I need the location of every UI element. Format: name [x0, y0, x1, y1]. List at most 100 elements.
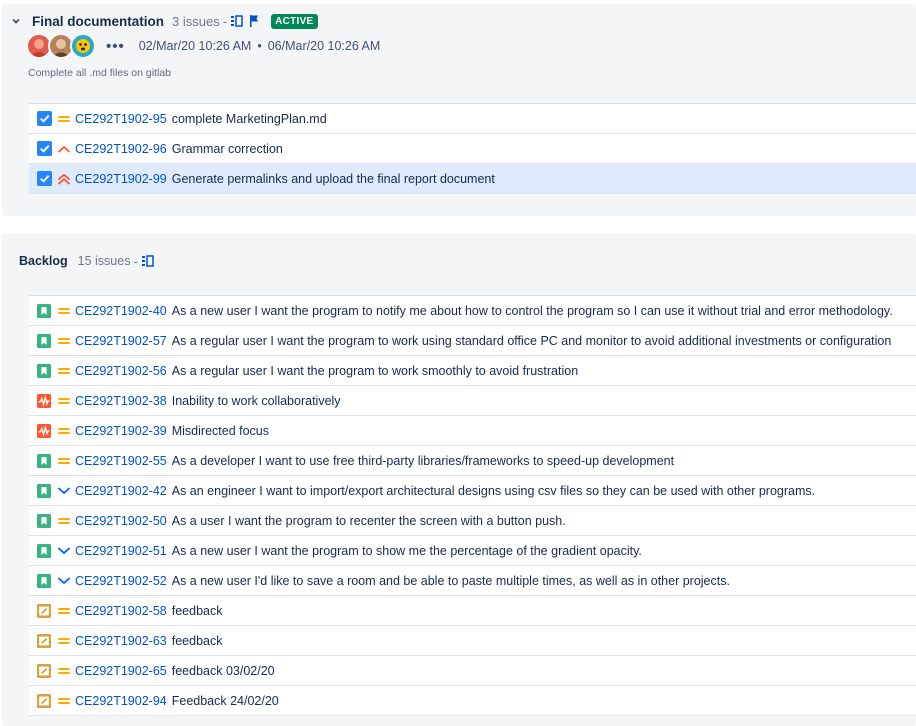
issue-summary: feedback	[171, 603, 223, 618]
backlog-header: Backlog 15 issues -	[19, 250, 160, 272]
issue-summary: Misdirected focus	[171, 423, 269, 438]
issue-key-link[interactable]: CE292T1902-40	[75, 304, 167, 318]
issue-row[interactable]: CE292T1902-50 As a user I want the progra…	[29, 506, 916, 536]
sprint-dates: 02/Mar/20 10:26 AM • 06/Mar/20 10:26 AM	[139, 39, 381, 53]
priority-medium-icon	[57, 694, 71, 708]
issue-row[interactable]: CE292T1902-40 As a new user I want the pr…	[29, 296, 916, 326]
issue-summary: Generate permalinks and upload the final…	[171, 171, 495, 186]
priority-high-icon	[57, 142, 71, 156]
story-type-icon	[36, 543, 52, 559]
task-type-icon	[36, 171, 52, 187]
risk-type-icon	[36, 393, 52, 409]
issue-key-link[interactable]: CE292T1902-94	[75, 694, 167, 708]
issue-summary: Inability to work collaboratively	[171, 393, 341, 408]
issue-key-link[interactable]: CE292T1902-58	[75, 604, 167, 618]
backlog-title: Backlog	[19, 254, 68, 268]
board-filter-icon[interactable]	[231, 15, 243, 27]
issue-summary: Feedback 24/02/20	[171, 693, 279, 708]
issue-summary: As a new user I want the program to show…	[171, 543, 642, 558]
issue-key-link[interactable]: CE292T1902-50	[75, 514, 167, 528]
feedback-type-icon	[36, 663, 52, 679]
date-separator: •	[257, 39, 262, 53]
sprint-issue-count: 3 issues	[172, 13, 220, 29]
issue-row[interactable]: CE292T1902-52 As a new user I'd like to s…	[29, 566, 916, 596]
story-type-icon	[36, 513, 52, 529]
risk-type-icon	[36, 423, 52, 439]
issue-key-link[interactable]: CE292T1902-57	[75, 334, 167, 348]
issue-row[interactable]: CE292T1902-96 Grammar correction	[29, 134, 916, 164]
sprint-title[interactable]: Final documentation	[32, 14, 164, 29]
issue-key-link[interactable]: CE292T1902-55	[75, 454, 167, 468]
priority-medium-icon	[57, 424, 71, 438]
priority-medium-icon	[57, 334, 71, 348]
priority-medium-icon	[57, 394, 71, 408]
backlog-dash: -	[133, 253, 138, 269]
issue-key-link[interactable]: CE292T1902-99	[75, 172, 167, 186]
issue-summary: As a regular user I want the program to …	[171, 363, 579, 378]
sprint-end-date: 06/Mar/20 10:26 AM	[267, 39, 381, 53]
board-filter-icon[interactable]	[141, 255, 154, 267]
issue-key-link[interactable]: CE292T1902-39	[75, 424, 167, 438]
issue-row[interactable]: CE292T1902-39 Misdirected focus	[29, 416, 916, 446]
priority-medium-icon	[57, 112, 71, 126]
issue-key-link[interactable]: CE292T1902-63	[75, 634, 167, 648]
priority-highest-icon	[57, 172, 71, 186]
issue-key-link[interactable]: CE292T1902-96	[75, 142, 167, 156]
sprint-start-date: 02/Mar/20 10:26 AM	[138, 39, 252, 53]
issue-row[interactable]: CE292T1902-65 feedback 03/02/20	[29, 656, 916, 686]
story-type-icon	[36, 483, 52, 499]
issue-row[interactable]: CE292T1902-38 Inability to work collabora…	[29, 386, 916, 416]
issue-row[interactable]: CE292T1902-42 As an engineer I want to im…	[29, 476, 916, 506]
issue-summary: As a new user I want the program to noti…	[171, 303, 893, 318]
issue-key-link[interactable]: CE292T1902-51	[75, 544, 167, 558]
sprint-dash: -	[222, 13, 228, 29]
issue-summary: As a user I want the program to recenter…	[171, 513, 566, 528]
priority-low-icon	[57, 574, 71, 588]
issue-key-link[interactable]: CE292T1902-56	[75, 364, 167, 378]
sprint-goal: Complete all .md files on gitlab	[28, 67, 171, 79]
story-type-icon	[36, 303, 52, 319]
issue-row[interactable]: CE292T1902-57 As a regular user I want th…	[29, 326, 916, 356]
issue-key-link[interactable]: CE292T1902-95	[75, 112, 167, 126]
feedback-type-icon	[36, 693, 52, 709]
issue-row[interactable]: CE292T1902-55 As a developer I want to us…	[29, 446, 916, 476]
issue-key-link[interactable]: CE292T1902-52	[75, 574, 167, 588]
issue-row[interactable]: CE292T1902-56 As a regular user I want th…	[29, 356, 916, 386]
flag-icon[interactable]	[249, 15, 259, 27]
chevron-down-icon[interactable]	[10, 15, 22, 27]
issue-summary: As an engineer I want to import/export a…	[171, 483, 816, 498]
issue-row[interactable]: CE292T1902-58 feedback	[29, 596, 916, 626]
issue-summary: As a new user I'd like to save a room an…	[171, 573, 730, 588]
priority-medium-icon	[57, 454, 71, 468]
issue-key-link[interactable]: CE292T1902-42	[75, 484, 167, 498]
priority-medium-icon	[57, 364, 71, 378]
avatar[interactable]	[70, 33, 96, 59]
story-type-icon	[36, 453, 52, 469]
priority-medium-icon	[57, 304, 71, 318]
backlog-issue-list: CE292T1902-40 As a new user I want the pr…	[29, 295, 916, 716]
task-type-icon	[36, 141, 52, 157]
issue-key-link[interactable]: CE292T1902-65	[75, 664, 167, 678]
issue-summary: feedback	[171, 633, 223, 648]
priority-medium-icon	[57, 664, 71, 678]
issue-summary: Grammar correction	[171, 141, 283, 156]
priority-medium-icon	[57, 634, 71, 648]
story-type-icon	[36, 333, 52, 349]
issue-key-link[interactable]: CE292T1902-38	[75, 394, 167, 408]
issue-row[interactable]: CE292T1902-63 feedback	[29, 626, 916, 656]
task-type-icon	[36, 111, 52, 127]
issue-row[interactable]: CE292T1902-99 Generate permalinks and upl…	[29, 164, 916, 194]
priority-medium-icon	[57, 514, 71, 528]
status-badge: ACTIVE	[271, 13, 318, 29]
story-type-icon	[36, 363, 52, 379]
issue-row[interactable]: CE292T1902-51 As a new user I want the pr…	[29, 536, 916, 566]
issue-summary: feedback 03/02/20	[171, 663, 275, 678]
sprint-meta: ••• 02/Mar/20 10:26 AM • 06/Mar/20 10:26 A…	[26, 33, 380, 59]
issue-row[interactable]: CE292T1902-94 Feedback 24/02/20	[29, 686, 916, 716]
issue-row[interactable]: CE292T1902-95 complete MarketingPlan.md	[29, 104, 916, 134]
sprint-header: Final documentation 3 issues - ACTIVE	[10, 11, 318, 31]
feedback-type-icon	[36, 633, 52, 649]
sprint-issue-list: CE292T1902-95 complete MarketingPlan.md CE…	[29, 103, 916, 194]
issue-summary: complete MarketingPlan.md	[171, 111, 327, 126]
more-actions-button[interactable]: •••	[106, 38, 125, 55]
